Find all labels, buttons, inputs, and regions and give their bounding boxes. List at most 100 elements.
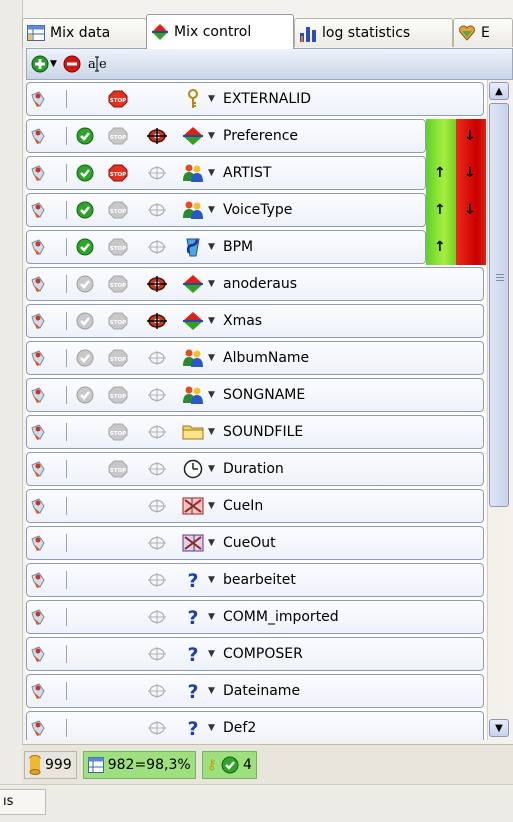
field-row[interactable]: ▼ CueOut [26,524,484,560]
arrow-up-icon[interactable]: ↑ [434,165,446,181]
field-row[interactable]: STOP ▼ EXTERNALID [26,80,484,116]
remove-field-icon[interactable] [29,682,47,700]
field-dropdown-icon[interactable]: ▼ [208,390,215,400]
arrow-down-icon[interactable]: ↓ [464,128,476,144]
target-icon[interactable] [146,571,168,589]
field-dropdown-icon[interactable]: ▼ [208,94,215,104]
bottom-tab[interactable]: ıs [0,789,46,815]
arrow-up-icon[interactable]: ↑ [434,239,446,255]
remove-field-icon[interactable] [29,719,47,737]
field-row[interactable]: STOP ▼ Xmas [26,302,484,338]
tab-e[interactable]: E [453,18,513,47]
field-row[interactable]: STOP ▼ SONGNAME [26,376,484,412]
target-active-icon[interactable] [146,312,168,330]
check-active-icon[interactable] [76,127,94,145]
field-row[interactable]: ? ▼ Dateiname [26,672,484,708]
target-icon[interactable] [146,719,168,737]
arrow-down-icon[interactable]: ↓ [464,202,476,218]
remove-field-icon[interactable] [29,164,47,182]
field-dropdown-icon[interactable]: ▼ [208,612,215,622]
tab-mix-data[interactable]: Mix data [22,18,147,47]
tab-log-statistics[interactable]: log statistics [294,18,453,47]
field-dropdown-icon[interactable]: ▼ [208,686,215,696]
remove-field-icon[interactable] [29,90,47,108]
check-active-icon[interactable] [76,164,94,182]
field-row[interactable]: ? ▼ bearbeitet [26,561,484,597]
field-row[interactable]: ▼ CueIn [26,487,484,523]
stop-inactive-icon[interactable]: STOP [108,349,128,367]
target-icon[interactable] [146,423,168,441]
target-icon[interactable] [146,349,168,367]
check-inactive-icon[interactable] [76,386,94,404]
field-dropdown-icon[interactable]: ▼ [208,353,215,363]
remove-field-icon[interactable] [29,534,47,552]
scroll-thumb[interactable] [489,103,509,507]
target-active-icon[interactable] [146,127,168,145]
remove-field-icon[interactable] [29,460,47,478]
vertical-scrollbar[interactable]: ▲ ▼ [487,80,510,740]
field-dropdown-icon[interactable]: ▼ [208,279,215,289]
field-row[interactable]: ? ▼ COMM_imported [26,598,484,634]
field-row[interactable]: STOP ▼ Duration [26,450,484,486]
target-icon[interactable] [146,238,168,256]
target-icon[interactable] [146,460,168,478]
field-dropdown-icon[interactable]: ▼ [208,501,215,511]
remove-field-icon[interactable] [29,423,47,441]
target-icon[interactable] [146,497,168,515]
remove-field-icon[interactable] [29,275,47,293]
field-row[interactable]: STOP ▼ VoiceType [26,191,484,227]
tab-mix-control[interactable]: Mix control [146,14,294,49]
check-active-icon[interactable] [76,238,94,256]
field-dropdown-icon[interactable]: ▼ [208,242,215,252]
stop-inactive-icon[interactable]: STOP [108,312,128,330]
remove-field-icon[interactable] [29,645,47,663]
field-row[interactable]: STOP ▼ SOUNDFILE [26,413,484,449]
check-inactive-icon[interactable] [76,275,94,293]
remove-field-icon[interactable] [29,312,47,330]
target-icon[interactable] [146,682,168,700]
stop-inactive-icon[interactable]: STOP [108,275,128,293]
field-row[interactable]: STOP ▼ ARTIST [26,154,484,190]
field-dropdown-icon[interactable]: ▼ [208,538,215,548]
target-active-icon[interactable] [146,275,168,293]
rename-button[interactable]: ae [87,55,109,73]
field-row[interactable]: ? ▼ Def2 [26,709,484,740]
stop-inactive-icon[interactable]: STOP [108,386,128,404]
field-dropdown-icon[interactable]: ▼ [208,427,215,437]
remove-field-icon[interactable] [29,201,47,219]
remove-field-icon[interactable] [29,497,47,515]
field-row[interactable]: ? ▼ COMPOSER [26,635,484,671]
remove-field-icon[interactable] [29,127,47,145]
field-row[interactable]: STOP ▼ AlbumName [26,339,484,375]
target-icon[interactable] [146,386,168,404]
field-dropdown-icon[interactable]: ▼ [208,723,215,733]
field-dropdown-icon[interactable]: ▼ [208,575,215,585]
target-icon[interactable] [146,201,168,219]
stop-inactive-icon[interactable]: STOP [108,238,128,256]
stop-active-icon[interactable]: STOP [108,164,128,182]
arrow-down-icon[interactable]: ↓ [464,165,476,181]
remove-button[interactable] [63,55,81,73]
remove-field-icon[interactable] [29,608,47,626]
remove-field-icon[interactable] [29,349,47,367]
field-row[interactable]: STOP ▼ BPM [26,228,484,264]
remove-field-icon[interactable] [29,571,47,589]
remove-field-icon[interactable] [29,238,47,256]
field-row[interactable]: STOP ▼ anoderaus [26,265,484,301]
target-icon[interactable] [146,534,168,552]
scroll-down-button[interactable]: ▼ [489,719,509,737]
stop-inactive-icon[interactable]: STOP [108,201,128,219]
field-dropdown-icon[interactable]: ▼ [208,131,215,141]
check-active-icon[interactable] [76,201,94,219]
field-dropdown-icon[interactable]: ▼ [208,464,215,474]
stop-inactive-icon[interactable]: STOP [108,127,128,145]
add-button[interactable]: ▼ [31,55,57,73]
target-icon[interactable] [146,645,168,663]
field-dropdown-icon[interactable]: ▼ [208,316,215,326]
remove-field-icon[interactable] [29,386,47,404]
stop-inactive-icon[interactable]: STOP [108,423,128,441]
stop-active-icon[interactable]: STOP [108,90,128,108]
field-dropdown-icon[interactable]: ▼ [208,168,215,178]
scroll-up-button[interactable]: ▲ [489,82,509,100]
field-dropdown-icon[interactable]: ▼ [208,649,215,659]
